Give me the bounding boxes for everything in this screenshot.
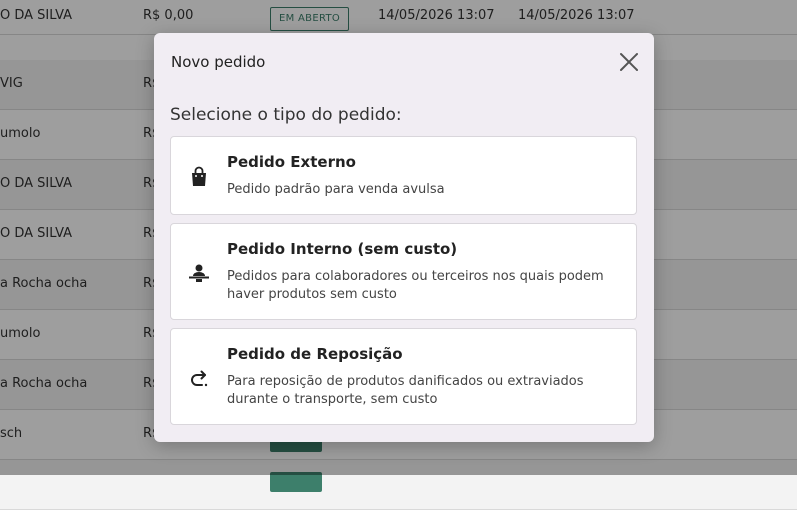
- option-description: Pedidos para colaboradores ou terceiros …: [227, 269, 604, 302]
- close-icon: [620, 53, 638, 71]
- option-description: Pedido padrão para venda avulsa: [227, 182, 445, 197]
- shopping-bag-icon: [187, 165, 211, 189]
- option-description: Para reposição de produtos danificados o…: [227, 374, 584, 407]
- status-cell: [270, 472, 322, 496]
- status-badge: [270, 472, 322, 492]
- option-title: Pedido Interno (sem custo): [227, 240, 458, 258]
- option-internal-order[interactable]: Pedido Interno (sem custo) Pedidos para …: [170, 223, 637, 320]
- close-button[interactable]: [618, 51, 640, 73]
- option-title: Pedido Externo: [227, 153, 356, 171]
- person-desk-icon: [187, 262, 211, 286]
- dialog-title: Novo pedido: [171, 53, 266, 71]
- new-order-dialog: Novo pedido Selecione o tipo do pedido: …: [154, 33, 654, 442]
- option-external-order[interactable]: Pedido Externo Pedido padrão para venda …: [170, 136, 637, 215]
- option-replacement-order[interactable]: Pedido de Reposição Para reposição de pr…: [170, 328, 637, 425]
- option-title: Pedido de Reposição: [227, 345, 403, 363]
- dialog-subtitle: Selecione o tipo do pedido:: [170, 105, 402, 125]
- redo-arrow-icon: [187, 367, 211, 391]
